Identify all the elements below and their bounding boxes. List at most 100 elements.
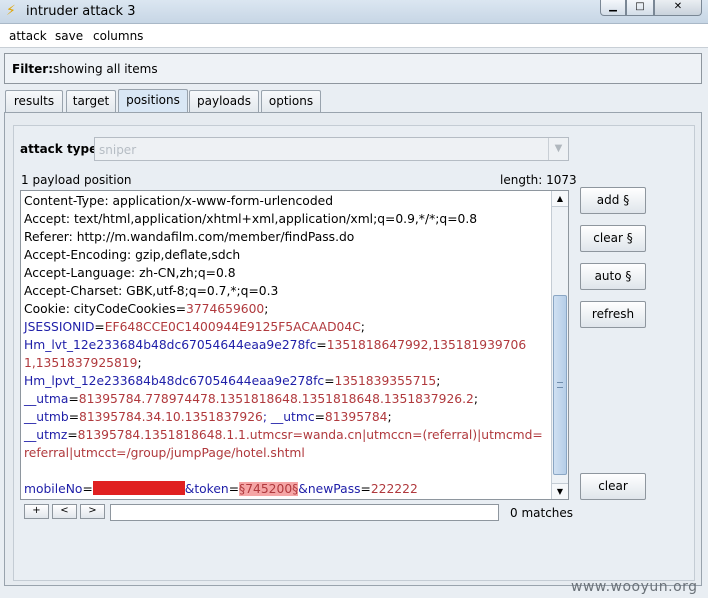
request-text-segment: 81395784.1351818648.1.1.utmcsr=wanda.cn|… bbox=[77, 428, 543, 442]
request-line: Referer: http://m.wandafilm.com/member/f… bbox=[24, 228, 552, 246]
request-line: Accept-Language: zh-CN,zh;q=0.8 bbox=[24, 264, 552, 282]
request-text-segment: __utmz bbox=[24, 428, 68, 442]
match-count: 0 matches bbox=[510, 506, 574, 520]
request-text-segment: ; bbox=[264, 302, 269, 316]
request-text-segment: Accept-Encoding: gzip,deflate,sdch bbox=[24, 248, 241, 262]
scroll-up-icon[interactable]: ▲ bbox=[552, 191, 568, 207]
clear-button[interactable]: clear bbox=[580, 473, 646, 500]
request-text-segment: Cookie: cityCodeCookies= bbox=[24, 302, 186, 316]
tab-options[interactable]: options bbox=[261, 90, 321, 112]
payload-position-count: 1 payload position bbox=[21, 173, 132, 187]
request-text-segment: &token bbox=[184, 482, 229, 496]
request-text-segment: 81395784.34.10.1351837926 bbox=[79, 410, 263, 424]
title-bar: ⚡ intruder attack 3 ▁ □ ✕ bbox=[0, 0, 708, 24]
request-text-segment: ; bbox=[436, 374, 441, 388]
search-next-button[interactable]: > bbox=[80, 504, 105, 519]
request-text-segment: = bbox=[68, 410, 80, 424]
request-line: Accept: text/html,application/xhtml+xml,… bbox=[24, 210, 552, 228]
request-text-segment: mobileNo bbox=[24, 482, 83, 496]
request-text-segment: referral|utmcct=/group/jumpPage/hotel.sh… bbox=[24, 446, 305, 460]
request-text-segment: = bbox=[94, 320, 105, 334]
request-text-segment: ; bbox=[360, 320, 365, 334]
request-text-segment: Content-Type: application/x-www-form-url… bbox=[24, 194, 334, 208]
tab-target[interactable]: target bbox=[66, 90, 116, 112]
tab-positions[interactable]: positions bbox=[118, 89, 188, 113]
request-text-segment: EF648CCE0C1400944E9125F5ACAAD04C bbox=[104, 320, 361, 334]
request-text-segment: ; bbox=[387, 410, 392, 424]
request-text-segment: Accept-Charset: GBK,utf-8;q=0.7,*;q=0.3 bbox=[24, 284, 279, 298]
request-line: Accept-Encoding: gzip,deflate,sdch bbox=[24, 246, 552, 264]
request-line: __utmb=81395784.34.10.1351837926; __utmc… bbox=[24, 408, 552, 426]
search-options-button[interactable]: + bbox=[24, 504, 49, 519]
request-text-segment: JSESSIONID bbox=[24, 320, 95, 334]
request-text-segment: 81395784 bbox=[324, 410, 388, 424]
payload-position-marker: §745200§ bbox=[239, 482, 299, 496]
request-line: Cookie: cityCodeCookies=3774659600; bbox=[24, 300, 552, 318]
request-text-segment: Hm_lvt_12e233684b48dc67054644eaa9e278fc bbox=[24, 338, 317, 352]
request-line: Hm_lpvt_12e233684b48dc67054644eaa9e278fc… bbox=[24, 372, 552, 390]
request-text-segment: Hm_lpvt_12e233684b48dc67054644eaa9e278fc bbox=[24, 374, 325, 388]
menu-columns[interactable]: columns bbox=[93, 29, 143, 43]
request-text-segment: Accept-Language: zh-CN,zh;q=0.8 bbox=[24, 266, 236, 280]
watermark-text: www.wooyun.org bbox=[571, 579, 698, 595]
request-text-segment: = bbox=[324, 374, 335, 388]
scroll-down-icon[interactable]: ▼ bbox=[552, 483, 568, 499]
request-line: Content-Type: application/x-www-form-url… bbox=[24, 192, 552, 210]
menu-bar: attack save columns bbox=[0, 24, 708, 48]
request-editor[interactable]: Content-Type: application/x-www-form-url… bbox=[20, 190, 569, 500]
request-text-segment: 3774659600 bbox=[186, 302, 265, 316]
maximize-button[interactable]: □ bbox=[626, 0, 654, 16]
request-text-segment: Accept: text/html,application/xhtml+xml,… bbox=[24, 212, 478, 226]
add-marker-button[interactable]: add § bbox=[580, 187, 646, 214]
request-text-segment: = bbox=[67, 428, 78, 442]
tab-results[interactable]: results bbox=[5, 90, 63, 112]
lightning-icon: ⚡ bbox=[6, 3, 16, 19]
request-text-segment: = bbox=[360, 482, 371, 496]
request-line: referral|utmcct=/group/jumpPage/hotel.sh… bbox=[24, 444, 552, 462]
minimize-button[interactable]: ▁ bbox=[600, 0, 626, 16]
request-text-segment: = bbox=[316, 338, 327, 352]
request-text-segment: = bbox=[82, 482, 93, 496]
request-text-segment: 222222 bbox=[370, 482, 418, 496]
menu-save[interactable]: save bbox=[55, 29, 83, 43]
search-input[interactable] bbox=[110, 504, 499, 521]
request-line bbox=[24, 462, 552, 480]
request-text-segment: Referer: http://m.wandafilm.com/member/f… bbox=[24, 230, 355, 244]
tab-payloads[interactable]: payloads bbox=[189, 90, 259, 112]
filter-status-text: showing all items bbox=[53, 62, 158, 76]
request-line: Hm_lvt_12e233684b48dc67054644eaa9e278fc=… bbox=[24, 336, 552, 354]
clear-markers-button[interactable]: clear § bbox=[580, 225, 646, 252]
filter-label: Filter: bbox=[12, 62, 54, 76]
filter-bar[interactable]: Filter: showing all items bbox=[4, 53, 702, 84]
scrollbar-thumb[interactable] bbox=[553, 295, 567, 475]
request-line: mobileNo= &token=§745200§&newPass=222222 bbox=[24, 480, 552, 498]
request-line: __utmz=81395784.1351818648.1.1.utmcsr=wa… bbox=[24, 426, 552, 444]
attack-type-label: attack type bbox=[20, 142, 98, 156]
request-line: Accept-Charset: GBK,utf-8;q=0.7,*;q=0.3 bbox=[24, 282, 552, 300]
search-previous-button[interactable]: < bbox=[52, 504, 77, 519]
request-length: length: 1073 bbox=[500, 173, 577, 187]
request-text-segment: 1,1351837925819 bbox=[24, 356, 138, 370]
request-text-segment: __utmb bbox=[24, 410, 69, 424]
request-text-segment: 81395784.778974478.1351818648.1351818648… bbox=[78, 392, 474, 406]
chevron-down-icon[interactable]: ▼ bbox=[548, 138, 568, 160]
request-line: JSESSIONID=EF648CCE0C1400944E9125F5ACAAD… bbox=[24, 318, 552, 336]
request-text-segment: __utma bbox=[24, 392, 69, 406]
request-text[interactable]: Content-Type: application/x-www-form-url… bbox=[24, 192, 552, 498]
menu-attack[interactable]: attack bbox=[9, 29, 47, 43]
vertical-scrollbar[interactable]: ▲ ▼ bbox=[551, 191, 568, 499]
close-button[interactable]: ✕ bbox=[654, 0, 702, 16]
redaction-block bbox=[92, 481, 185, 495]
request-line: __utma=81395784.778974478.1351818648.135… bbox=[24, 390, 552, 408]
attack-type-value: sniper bbox=[99, 143, 137, 157]
request-text-segment: ; bbox=[473, 392, 478, 406]
attack-type-select[interactable]: sniper ▼ bbox=[94, 137, 569, 161]
auto-markers-button[interactable]: auto § bbox=[580, 263, 646, 290]
refresh-button[interactable]: refresh bbox=[580, 301, 646, 328]
request-text-segment: = bbox=[314, 410, 325, 424]
request-text-segment: ; __utmc bbox=[262, 410, 315, 424]
request-text-segment: = bbox=[228, 482, 240, 496]
grip-icon bbox=[557, 382, 563, 388]
request-text-segment: &newPass bbox=[298, 482, 361, 496]
request-text-segment: = bbox=[68, 392, 79, 406]
